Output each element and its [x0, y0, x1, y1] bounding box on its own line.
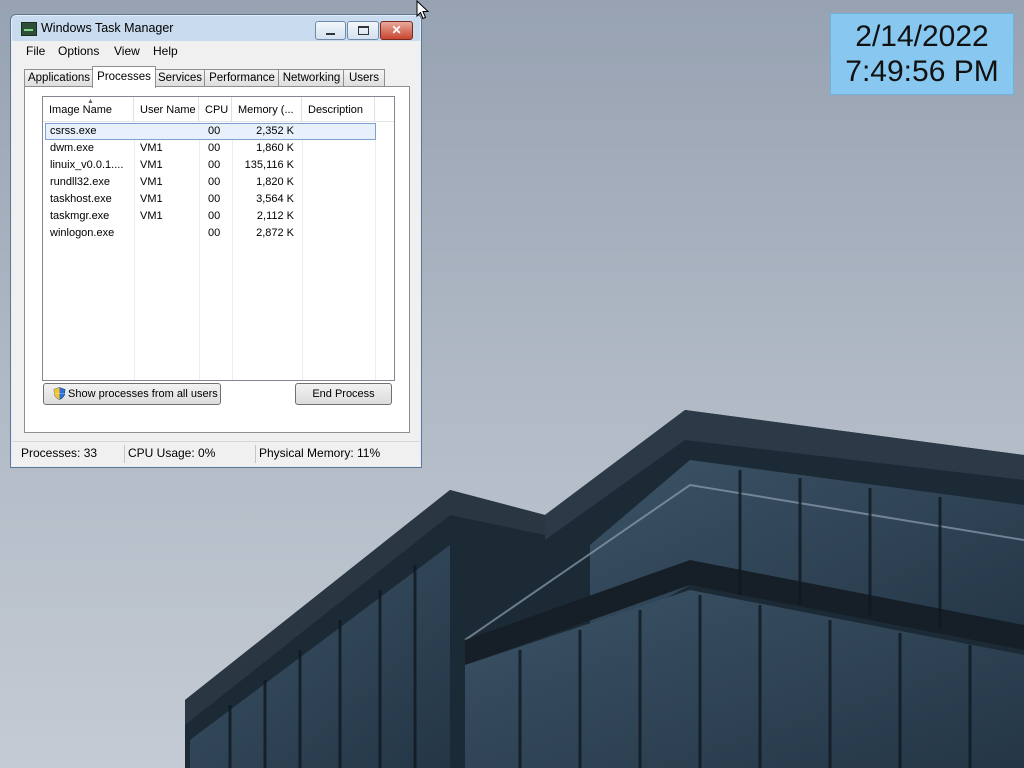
process-list[interactable]: ▲ Image Name User Name CPU Memory (... D… — [42, 96, 395, 381]
tab-processes[interactable]: Processes — [92, 66, 156, 88]
cell-memory: 1,860 K — [256, 142, 294, 154]
menu-file[interactable]: File — [26, 44, 45, 58]
cell-image-name: rundll32.exe — [50, 176, 110, 188]
maximize-icon — [357, 26, 369, 35]
cell-user-name: VM1 — [140, 193, 163, 205]
end-process-button[interactable]: End Process — [295, 383, 392, 405]
status-bar: Processes: 33 CPU Usage: 0% Physical Mem… — [12, 441, 420, 466]
maximize-button[interactable] — [347, 21, 379, 40]
status-physical-memory: Physical Memory: 11% — [259, 446, 381, 460]
column-cpu-label: CPU — [205, 104, 229, 116]
column-image-name[interactable]: ▲ Image Name — [43, 97, 134, 121]
column-memory[interactable]: Memory (... — [232, 97, 302, 121]
cell-memory: 2,352 K — [256, 125, 294, 137]
cell-image-name: taskmgr.exe — [50, 210, 110, 222]
menu-view[interactable]: View — [114, 44, 140, 58]
title-bar[interactable]: Windows Task Manager ✕ — [11, 15, 421, 41]
cell-memory: 2,112 K — [256, 210, 294, 222]
tab-networking[interactable]: Networking — [278, 69, 345, 87]
table-row[interactable]: csrss.exe 00 2,352 K — [43, 123, 394, 140]
cell-memory: 1,820 K — [256, 176, 294, 188]
cell-memory: 3,564 K — [256, 193, 294, 205]
show-all-processes-button[interactable]: Show processes from all users — [43, 383, 221, 405]
cell-cpu: 00 — [208, 227, 221, 239]
column-user-name[interactable]: User Name — [134, 97, 199, 121]
column-user-name-label: User Name — [140, 104, 196, 116]
sort-up-icon: ▲ — [87, 98, 94, 105]
mouse-pointer-icon — [416, 0, 430, 20]
table-row[interactable]: rundll32.exe VM1 00 1,820 K — [43, 174, 394, 191]
minimize-icon — [326, 32, 335, 35]
cell-memory: 135,116 K — [244, 159, 294, 171]
clock-date: 2/14/2022 — [855, 20, 989, 53]
status-divider — [255, 445, 256, 463]
cell-cpu: 00 — [208, 159, 221, 171]
table-row[interactable]: linuix_v0.0.1.... VM1 00 135,116 K — [43, 157, 394, 174]
cell-memory: 2,872 K — [256, 227, 294, 239]
column-memory-label: Memory (... — [238, 104, 294, 116]
task-manager-window: Windows Task Manager ✕ File Options View… — [10, 14, 422, 468]
close-icon: ✕ — [391, 23, 402, 37]
cell-image-name: taskhost.exe — [50, 193, 112, 205]
table-row[interactable]: winlogon.exe 00 2,872 K — [43, 225, 394, 242]
column-cpu[interactable]: CPU — [199, 97, 232, 121]
tab-services[interactable]: Services — [154, 69, 206, 87]
task-manager-app-icon — [21, 22, 37, 36]
table-row[interactable]: dwm.exe VM1 00 1,860 K — [43, 140, 394, 157]
tab-users[interactable]: Users — [343, 69, 385, 87]
cell-user-name: VM1 — [140, 142, 163, 154]
cell-image-name: linuix_v0.0.1.... — [50, 159, 124, 171]
desktop-clock-widget: 2/14/2022 7:49:56 PM — [830, 13, 1014, 95]
column-description[interactable]: Description — [302, 97, 375, 121]
cell-user-name: VM1 — [140, 159, 163, 171]
cell-cpu: 00 — [208, 210, 221, 222]
menu-options[interactable]: Options — [58, 44, 99, 58]
close-button[interactable]: ✕ — [380, 21, 413, 40]
process-list-header: ▲ Image Name User Name CPU Memory (... D… — [43, 97, 394, 122]
processes-panel: ▲ Image Name User Name CPU Memory (... D… — [24, 86, 410, 433]
cell-image-name: csrss.exe — [50, 125, 97, 137]
tab-performance[interactable]: Performance — [204, 69, 280, 87]
uac-shield-icon — [53, 387, 66, 400]
cell-user-name: VM1 — [140, 210, 163, 222]
status-processes: Processes: 33 — [21, 446, 98, 460]
status-divider — [124, 445, 125, 463]
cell-cpu: 00 — [208, 142, 221, 154]
cell-image-name: winlogon.exe — [50, 227, 115, 239]
status-cpu-usage: CPU Usage: 0% — [128, 446, 216, 460]
menu-bar: File Options View Help — [12, 41, 420, 61]
tab-applications[interactable]: Applications — [24, 69, 94, 87]
cell-cpu: 00 — [208, 176, 221, 188]
table-row[interactable]: taskmgr.exe VM1 00 2,112 K — [43, 208, 394, 225]
column-image-name-label: Image Name — [49, 104, 112, 116]
column-description-label: Description — [308, 104, 364, 116]
cell-cpu: 00 — [208, 125, 221, 137]
minimize-button[interactable] — [315, 21, 346, 40]
window-body: Applications Processes Services Performa… — [12, 61, 420, 441]
window-title: Windows Task Manager — [41, 21, 174, 35]
cell-image-name: dwm.exe — [50, 142, 95, 154]
show-all-processes-label: Show processes from all users — [68, 388, 218, 400]
cell-user-name: VM1 — [140, 176, 163, 188]
table-row[interactable]: taskhost.exe VM1 00 3,564 K — [43, 191, 394, 208]
menu-help[interactable]: Help — [153, 44, 178, 58]
end-process-label: End Process — [312, 388, 375, 400]
cell-cpu: 00 — [208, 193, 221, 205]
clock-time: 7:49:56 PM — [845, 55, 999, 88]
